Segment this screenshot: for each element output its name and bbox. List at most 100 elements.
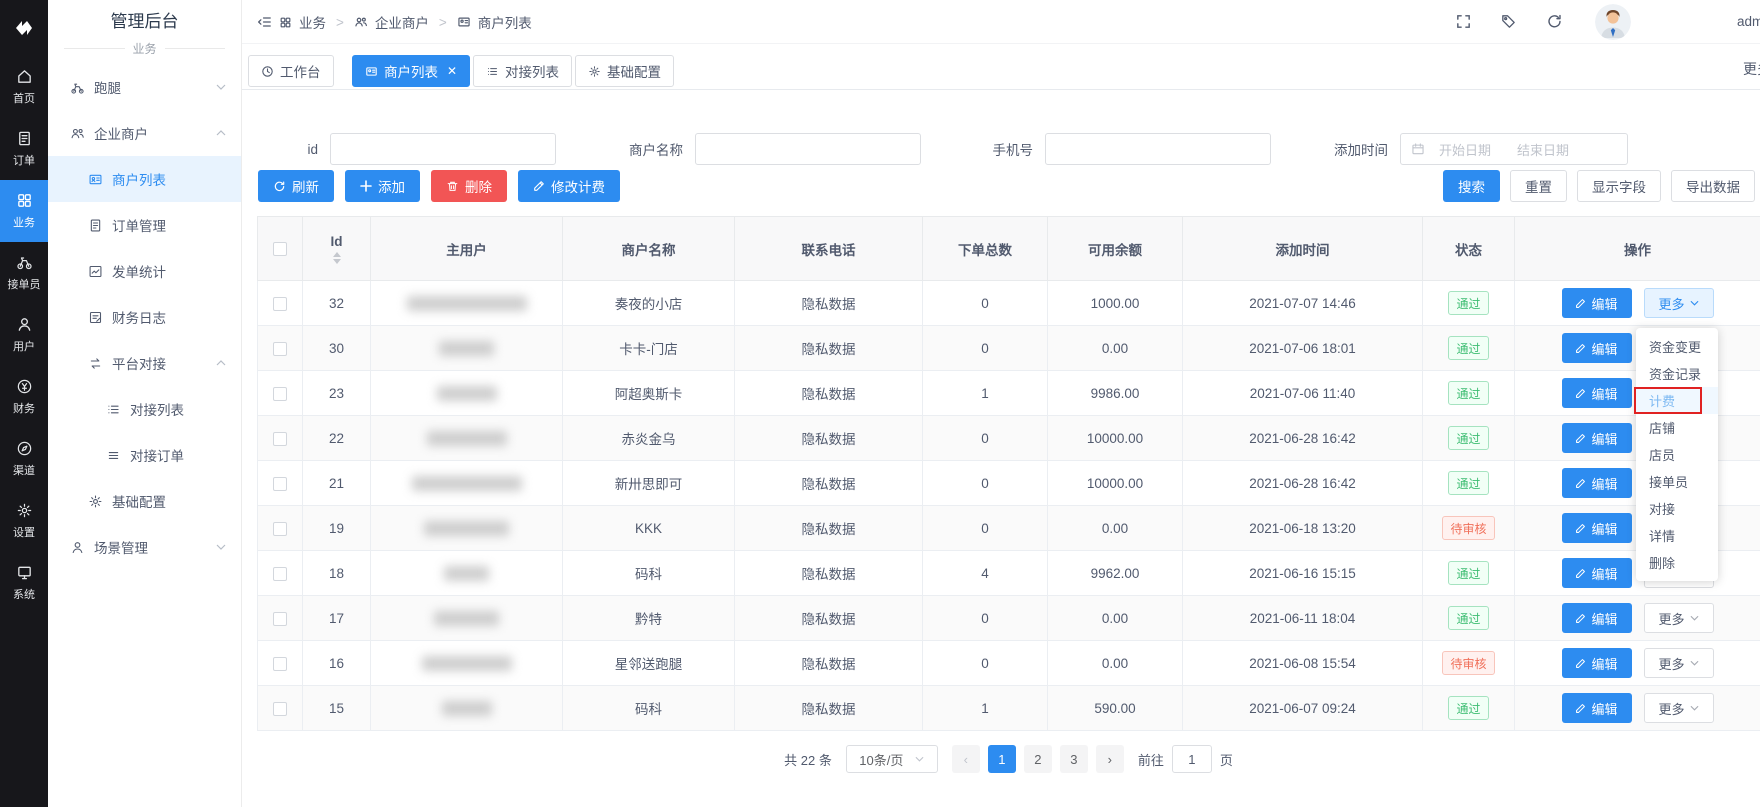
row-checkbox[interactable] xyxy=(273,387,287,401)
sidebar-item-paotui[interactable]: 跑腿 xyxy=(48,64,241,110)
sidebar-collapse-icon[interactable] xyxy=(256,14,272,30)
cell-id: 19 xyxy=(303,506,371,551)
column-header-id[interactable]: Id xyxy=(303,217,371,281)
rail-item-channels[interactable]: 渠道 xyxy=(0,428,48,490)
sidebar-item-platform-integration[interactable]: 平台对接 xyxy=(48,340,241,386)
more-button[interactable]: 更多 xyxy=(1644,648,1714,678)
row-checkbox[interactable] xyxy=(273,432,287,446)
rail-item-system[interactable]: 系统 xyxy=(0,552,48,614)
tab-workbench[interactable]: 工作台 xyxy=(248,55,334,87)
row-checkbox[interactable] xyxy=(273,702,287,716)
tab-merchant-list[interactable]: 商户列表 ✕ xyxy=(352,55,470,87)
row-checkbox[interactable] xyxy=(273,657,287,671)
rail-item-users[interactable]: 用户 xyxy=(0,304,48,366)
more-button[interactable]: 更多 xyxy=(1644,693,1714,723)
cell-phone: 隐私数据 xyxy=(735,326,923,371)
close-icon[interactable]: ✕ xyxy=(447,64,457,78)
dropdown-item-shop[interactable]: 店铺 xyxy=(1636,414,1718,441)
app-logo[interactable] xyxy=(0,0,48,56)
tab-label: 基础配置 xyxy=(607,61,661,81)
prev-page-button[interactable]: ‹ xyxy=(952,745,980,773)
more-button[interactable]: 更多 xyxy=(1644,288,1714,318)
tab-integration-list[interactable]: 对接列表 xyxy=(473,55,572,87)
show-fields-button[interactable]: 显示字段 xyxy=(1577,170,1661,202)
cell-phone: 隐私数据 xyxy=(735,551,923,596)
date-range-picker[interactable]: 开始日期 结束日期 xyxy=(1400,133,1628,165)
edit-button[interactable]: 编辑 xyxy=(1562,333,1632,363)
rail-item-finance[interactable]: 财务 xyxy=(0,366,48,428)
page-button[interactable]: 2 xyxy=(1024,745,1052,773)
sidebar-item-finance-log[interactable]: 财务日志 xyxy=(48,294,241,340)
phone-input[interactable] xyxy=(1045,133,1271,165)
page-button[interactable]: 3 xyxy=(1060,745,1088,773)
edit-button[interactable]: 编辑 xyxy=(1562,693,1632,723)
page-size-select[interactable]: 10条/页 xyxy=(846,745,938,773)
cell-balance: 9986.00 xyxy=(1048,371,1183,416)
rail-item-business[interactable]: 业务 xyxy=(0,180,48,242)
sidebar-item-scene-management[interactable]: 场景管理 xyxy=(48,524,241,570)
sidebar-item-order-management[interactable]: 订单管理 xyxy=(48,202,241,248)
edit-button[interactable]: 编辑 xyxy=(1562,288,1632,318)
edit-button[interactable]: 编辑 xyxy=(1562,603,1632,633)
next-page-button[interactable]: › xyxy=(1096,745,1124,773)
reset-button[interactable]: 重置 xyxy=(1510,170,1567,202)
user-avatar[interactable] xyxy=(1595,4,1631,40)
more-button[interactable]: 更多 xyxy=(1644,603,1714,633)
dropdown-item-funds-record[interactable]: 资金记录 xyxy=(1636,360,1718,387)
row-checkbox[interactable] xyxy=(273,567,287,581)
row-checkbox[interactable] xyxy=(273,477,287,491)
dropdown-item-integration[interactable]: 对接 xyxy=(1636,495,1718,522)
sidebar-item-basic-config[interactable]: 基础配置 xyxy=(48,478,241,524)
breadcrumb-item[interactable]: 企业商户 xyxy=(375,12,429,32)
edit-button[interactable]: 编辑 xyxy=(1562,468,1632,498)
blurred-user-data xyxy=(439,341,494,356)
merchant-name-input[interactable] xyxy=(695,133,921,165)
row-checkbox[interactable] xyxy=(273,522,287,536)
rail-item-home[interactable]: 首页 xyxy=(0,56,48,118)
dropdown-item-shop-staff[interactable]: 店员 xyxy=(1636,441,1718,468)
cell-balance: 590.00 xyxy=(1048,686,1183,731)
dropdown-item-courier[interactable]: 接单员 xyxy=(1636,468,1718,495)
edit-button[interactable]: 编辑 xyxy=(1562,423,1632,453)
edit-button[interactable]: 编辑 xyxy=(1562,648,1632,678)
cell-time: 2021-07-06 18:01 xyxy=(1183,326,1423,371)
sidebar-item-enterprise-merchants[interactable]: 企业商户 xyxy=(48,110,241,156)
dropdown-item-funds-change[interactable]: 资金变更 xyxy=(1636,333,1718,360)
search-button[interactable]: 搜索 xyxy=(1443,170,1500,202)
sidebar-item-integration-list[interactable]: 对接列表 xyxy=(48,386,241,432)
row-checkbox[interactable] xyxy=(273,297,287,311)
sidebar-item-integration-orders[interactable]: 对接订单 xyxy=(48,432,241,478)
edit-button[interactable]: 编辑 xyxy=(1562,513,1632,543)
dropdown-item-billing[interactable]: 计费 xyxy=(1636,387,1718,414)
tabs-more-button[interactable]: 更多 xyxy=(1743,59,1760,79)
refresh-button[interactable]: 刷新 xyxy=(258,170,334,202)
row-checkbox[interactable] xyxy=(273,342,287,356)
add-button[interactable]: 添加 xyxy=(345,170,420,202)
rail-item-couriers[interactable]: 接单员 xyxy=(0,242,48,304)
pencil-icon xyxy=(1575,523,1586,534)
select-all-checkbox[interactable] xyxy=(273,242,287,256)
export-data-button[interactable]: 导出数据 xyxy=(1671,170,1755,202)
fullscreen-icon[interactable] xyxy=(1455,13,1472,30)
tag-icon[interactable] xyxy=(1500,13,1517,30)
id-input[interactable] xyxy=(330,133,556,165)
edit-button[interactable]: 编辑 xyxy=(1562,558,1632,588)
sidebar-item-dispatch-stats[interactable]: 发单统计 xyxy=(48,248,241,294)
merchant-name-label: 商户名称 xyxy=(553,139,683,159)
tab-basic-config[interactable]: 基础配置 xyxy=(575,55,674,87)
rail-item-settings[interactable]: 设置 xyxy=(0,490,48,552)
sort-icon[interactable] xyxy=(333,252,341,264)
edit-billing-button[interactable]: 修改计费 xyxy=(518,170,620,202)
rail-item-orders[interactable]: 订单 xyxy=(0,118,48,180)
refresh-icon[interactable] xyxy=(1546,13,1563,30)
row-checkbox[interactable] xyxy=(273,612,287,626)
edit-button[interactable]: 编辑 xyxy=(1562,378,1632,408)
breadcrumb-item[interactable]: 业务 xyxy=(299,12,326,32)
dropdown-item-details[interactable]: 详情 xyxy=(1636,522,1718,549)
goto-page-input[interactable] xyxy=(1172,745,1212,773)
username[interactable]: adm xyxy=(1737,14,1760,29)
page-button[interactable]: 1 xyxy=(988,745,1016,773)
delete-button[interactable]: 删除 xyxy=(431,170,507,202)
dropdown-item-delete[interactable]: 删除 xyxy=(1636,549,1718,576)
sidebar-item-merchant-list[interactable]: 商户列表 xyxy=(48,156,241,202)
